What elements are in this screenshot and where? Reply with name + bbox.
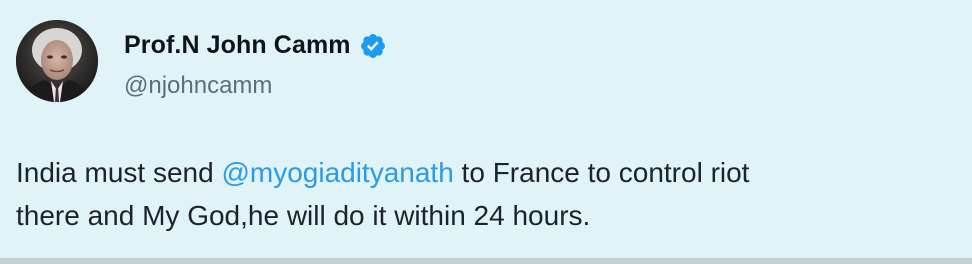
tweet-text-prefix: India must send — [16, 157, 222, 188]
tweet-header: Prof.N John Camm @njohncamm — [124, 26, 884, 106]
tweet-text-line-2: there and My God,he will do it within 24… — [16, 200, 591, 231]
username-handle[interactable]: @njohncamm — [124, 72, 884, 100]
tweet-text-suffix: to France to control riot — [453, 157, 750, 188]
mention-link[interactable]: @myogiadityanath — [221, 157, 453, 188]
name-row: Prof.N John Camm — [124, 26, 884, 64]
verified-badge-icon — [360, 33, 385, 58]
profile-photo-icon — [16, 20, 98, 102]
tweet-text-line-1: India must send @myogiadityanath to Fran… — [16, 151, 966, 194]
display-name[interactable]: Prof.N John Camm — [124, 31, 351, 60]
avatar[interactable] — [16, 20, 98, 102]
tweet-text: India must send @myogiadityanath to Fran… — [16, 151, 966, 237]
bottom-divider — [0, 258, 972, 264]
tweet-card: Prof.N John Camm @njohncamm India must s… — [0, 0, 972, 264]
